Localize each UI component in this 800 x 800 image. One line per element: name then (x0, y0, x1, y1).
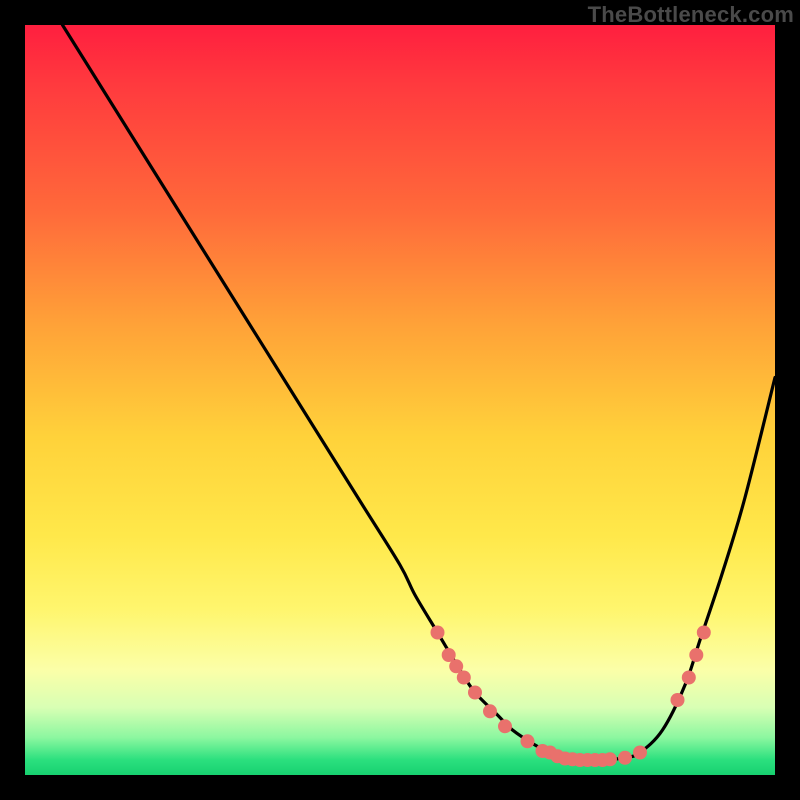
data-marker (431, 626, 445, 640)
marker-layer (431, 626, 711, 768)
data-marker (603, 752, 617, 766)
data-marker (618, 751, 632, 765)
data-marker (468, 686, 482, 700)
bottleneck-curve (63, 25, 776, 760)
data-marker (457, 671, 471, 685)
data-marker (682, 671, 696, 685)
data-marker (671, 693, 685, 707)
chart-frame: TheBottleneck.com (0, 0, 800, 800)
plot-area (25, 25, 775, 775)
data-marker (689, 648, 703, 662)
data-marker (498, 719, 512, 733)
data-marker (521, 734, 535, 748)
curve-svg (25, 25, 775, 775)
data-marker (633, 746, 647, 760)
data-marker (483, 704, 497, 718)
data-marker (697, 626, 711, 640)
